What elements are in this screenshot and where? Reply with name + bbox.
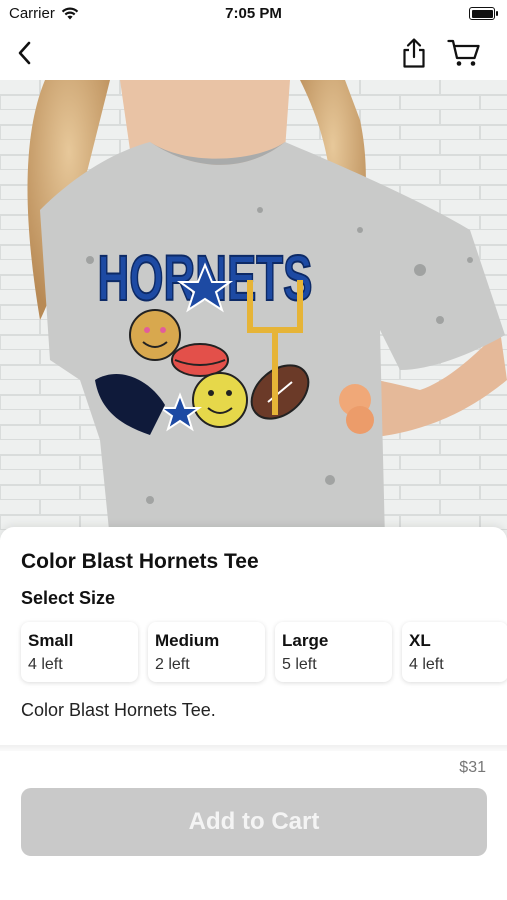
product-description: Color Blast Hornets Tee. xyxy=(21,700,216,720)
cart-button[interactable] xyxy=(445,34,483,72)
cart-icon xyxy=(447,39,480,66)
product-image[interactable]: HORNETS xyxy=(0,80,507,540)
product-title: Color Blast Hornets Tee xyxy=(21,550,259,573)
product-photo: HORNETS xyxy=(0,80,507,540)
size-stock: 2 left xyxy=(155,656,190,673)
size-option-large[interactable]: Large 5 left xyxy=(275,622,392,682)
status-bar: Carrier 7:05 PM xyxy=(0,0,507,26)
nav-bar xyxy=(0,26,507,80)
chevron-left-icon xyxy=(18,41,31,65)
size-name: Large xyxy=(282,631,329,650)
size-name: XL xyxy=(409,631,431,650)
size-stock: 4 left xyxy=(409,656,444,673)
battery-icon xyxy=(469,7,498,20)
share-icon xyxy=(403,38,425,68)
size-name: Medium xyxy=(155,631,220,650)
divider xyxy=(0,745,507,751)
size-name: Small xyxy=(28,631,74,650)
back-button[interactable] xyxy=(6,34,44,72)
add-to-cart-button[interactable]: Add to Cart xyxy=(21,788,487,856)
size-option-xl[interactable]: XL 4 left xyxy=(402,622,507,682)
size-stock: 5 left xyxy=(282,656,317,673)
size-option-medium[interactable]: Medium 2 left xyxy=(148,622,265,682)
size-option-small[interactable]: Small 4 left xyxy=(21,622,138,682)
product-price: $31 xyxy=(459,759,486,776)
size-options: Small 4 left Medium 2 left Large 5 left … xyxy=(21,622,507,682)
clock: 7:05 PM xyxy=(225,5,282,22)
select-size-label: Select Size xyxy=(21,588,116,608)
size-stock: 4 left xyxy=(28,656,63,673)
product-details-sheet: Color Blast Hornets Tee Select Size Smal… xyxy=(0,527,507,900)
share-button[interactable] xyxy=(395,34,433,72)
